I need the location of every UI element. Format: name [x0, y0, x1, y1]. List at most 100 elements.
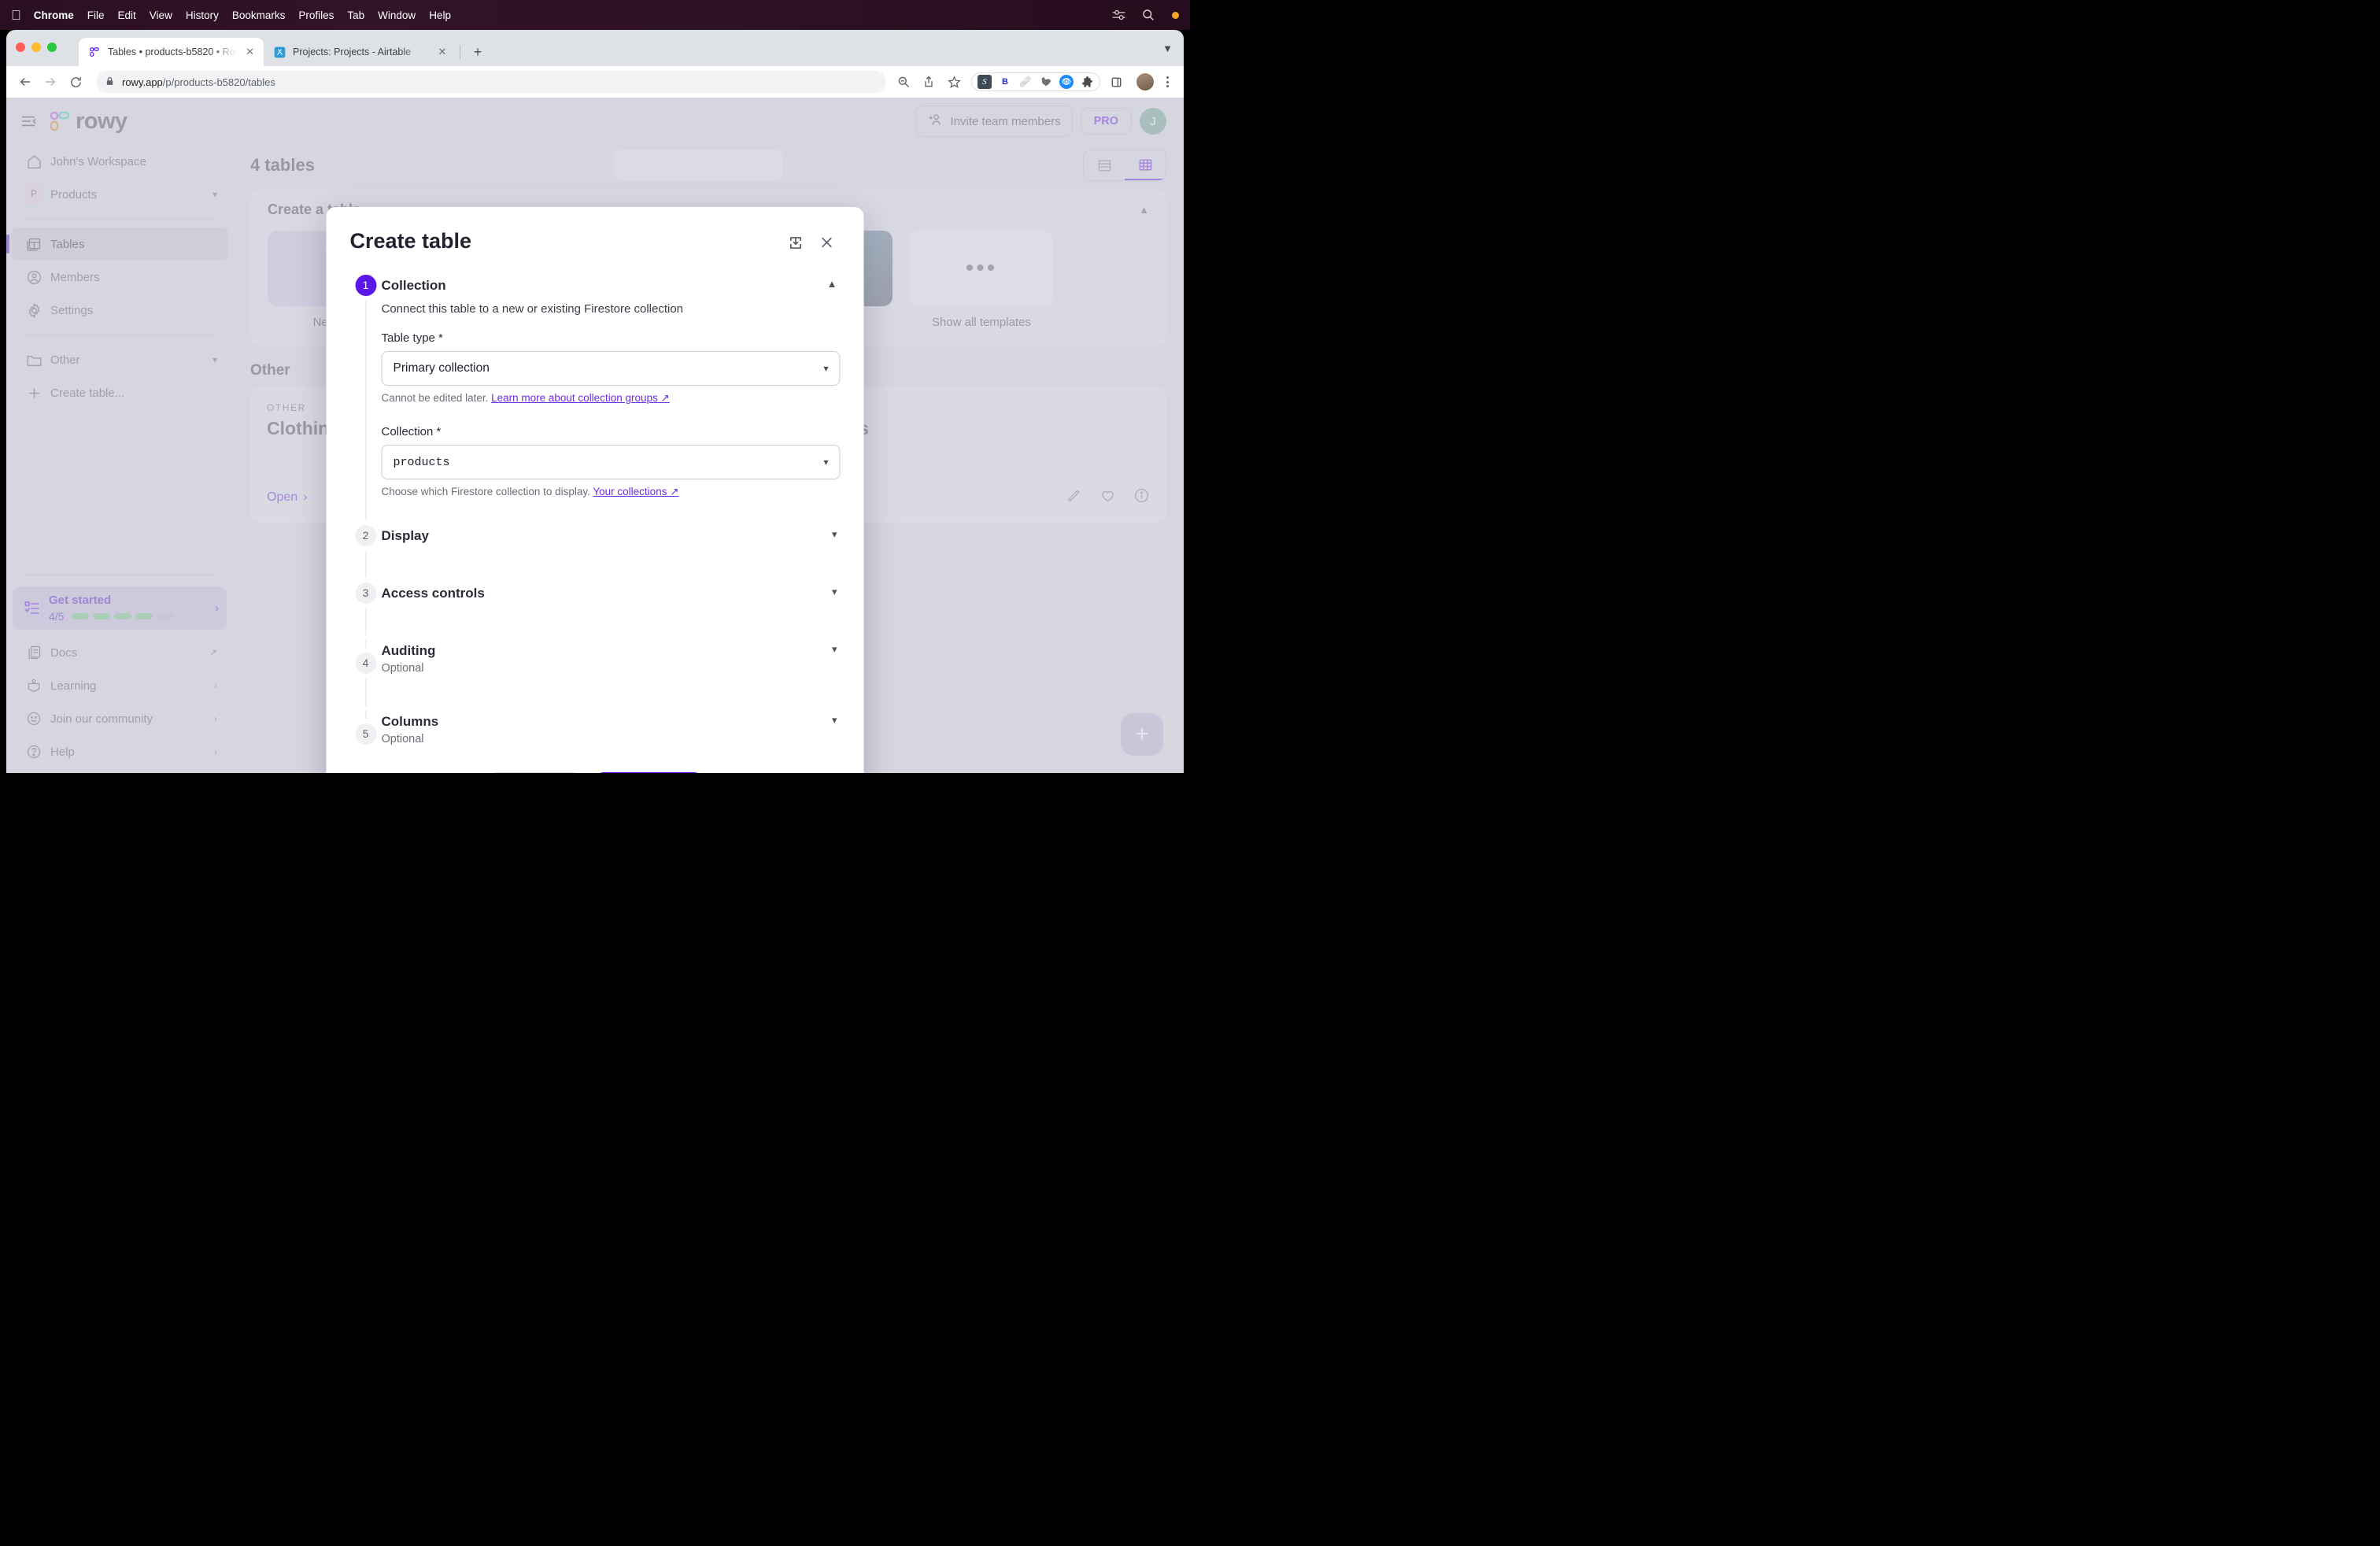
lock-icon	[105, 76, 114, 88]
step-title: Collection	[381, 278, 446, 293]
menu-bookmarks[interactable]: Bookmarks	[232, 9, 286, 21]
close-window-button[interactable]	[16, 43, 25, 52]
step-number: 5	[355, 723, 376, 745]
chrome-window: Tables • products-b5820 • Rowy ✕ Project…	[6, 30, 1184, 773]
step-title: Auditing	[381, 643, 436, 658]
menu-help[interactable]: Help	[429, 9, 451, 21]
browser-tab-airtable[interactable]: Projects: Projects - Airtable ✕	[264, 38, 456, 66]
step-connector	[365, 640, 366, 648]
kebab-menu-icon[interactable]	[1159, 76, 1176, 87]
step-connector	[365, 301, 366, 520]
search-icon[interactable]	[1142, 9, 1155, 21]
chevron-down-icon[interactable]: ▼	[1162, 43, 1173, 54]
profile-avatar-icon[interactable]	[1136, 73, 1154, 91]
zoom-icon[interactable]	[893, 71, 915, 93]
step-connector	[365, 711, 366, 719]
field-help: Cannot be edited later. Learn more about…	[382, 392, 841, 405]
apple-icon[interactable]: 	[11, 9, 21, 22]
menu-window[interactable]: Window	[378, 9, 416, 21]
shorts-icon[interactable]: 🩹	[1018, 75, 1033, 89]
owl-icon[interactable]: 👁	[1059, 75, 1074, 89]
step-header[interactable]: Display ▾	[382, 525, 841, 546]
step-content: Access controls ▾	[382, 583, 841, 640]
step-heading-group: Columns Optional	[382, 711, 439, 745]
learn-more-link[interactable]: Learn more about collection groups ↗	[491, 392, 670, 404]
import-export-icon[interactable]	[782, 229, 809, 256]
close-icon[interactable]: ✕	[436, 46, 449, 58]
dialog-header: Create table	[327, 207, 864, 262]
step-description: Connect this table to a new or existing …	[381, 302, 684, 316]
menu-chrome[interactable]: Chrome	[34, 9, 74, 21]
close-icon[interactable]	[814, 229, 841, 256]
chevron-down-icon[interactable]: ▾	[832, 525, 841, 541]
menu-tab[interactable]: Tab	[347, 9, 364, 21]
step-number: 2	[355, 525, 376, 546]
menu-profiles[interactable]: Profiles	[298, 9, 334, 21]
step-rail: 1	[350, 275, 382, 525]
rowy-app-page: rowy John's Workspace P Products ▾	[6, 98, 1184, 773]
chevron-down-icon[interactable]: ▾	[832, 640, 841, 656]
selected-value: Primary collection	[393, 361, 490, 375]
chevron-down-icon[interactable]: ▾	[832, 583, 841, 598]
step-content: Columns Optional ▾	[382, 711, 841, 750]
forward-arrow-icon[interactable]	[39, 71, 61, 93]
wolf-icon[interactable]	[1039, 75, 1053, 89]
field-label: Table type *	[381, 331, 443, 345]
macos-menu-bar:  Chrome File Edit View History Bookmark…	[0, 0, 1190, 30]
field-gap	[382, 405, 841, 425]
new-tab-button[interactable]: +	[467, 41, 489, 63]
dialog-step-columns: 5 Columns Optional ▾	[350, 711, 841, 750]
step-title: Display	[381, 528, 429, 543]
browser-tab-rowy[interactable]: Tables • products-b5820 • Rowy ✕	[79, 38, 264, 66]
step-header[interactable]: Auditing Optional ▾	[382, 640, 841, 675]
your-collections-link[interactable]: Your collections ↗	[593, 486, 678, 497]
back-arrow-icon[interactable]	[14, 71, 36, 93]
address-bar[interactable]: rowy.app/p/products-b5820/tables	[96, 71, 886, 93]
tab-title: Projects: Projects - Airtable	[293, 46, 412, 57]
field-label: Collection *	[381, 425, 442, 438]
sidepanel-icon[interactable]	[1105, 71, 1127, 93]
dialog-body: 1 Collection ▲ Connect this table to a n…	[327, 262, 864, 758]
menu-view[interactable]: View	[150, 9, 172, 21]
step-heading-group: Auditing Optional	[382, 640, 436, 675]
menu-edit[interactable]: Edit	[118, 9, 136, 21]
step-number: 3	[355, 583, 376, 604]
step-rail: 3	[350, 583, 382, 640]
minimize-window-button[interactable]	[31, 43, 41, 52]
step-number: 1	[355, 275, 376, 296]
field-collection: Collection * products ▾ Choose which Fir…	[381, 425, 841, 498]
chevron-up-icon[interactable]: ▲	[827, 275, 841, 290]
maximize-window-button[interactable]	[47, 43, 57, 52]
recording-dot-icon	[1172, 11, 1179, 19]
step-header[interactable]: Access controls ▾	[382, 583, 841, 604]
control-center-icon[interactable]	[1111, 9, 1126, 21]
step-header[interactable]: Columns Optional ▾	[382, 711, 841, 745]
collection-select[interactable]: products ▾	[381, 445, 841, 479]
menu-file[interactable]: File	[87, 9, 105, 21]
step-header[interactable]: Collection ▲	[382, 275, 841, 296]
step-content: Auditing Optional ▾	[382, 640, 841, 711]
field-help: Choose which Firestore collection to dis…	[382, 486, 841, 498]
close-icon[interactable]: ✕	[244, 46, 256, 58]
cancel-button[interactable]: Cancel	[489, 772, 580, 773]
window-traffic-lights[interactable]	[16, 43, 57, 52]
puzzle-extensions-icon[interactable]	[1080, 75, 1094, 89]
dialog-step-auditing: 4 Auditing Optional ▾	[350, 640, 841, 711]
chevron-down-icon[interactable]: ▾	[832, 711, 841, 727]
grammarly-s-icon[interactable]: S	[978, 75, 992, 89]
address-host: rowy.app	[122, 76, 163, 88]
tabs-container: Tables • products-b5820 • Rowy ✕ Project…	[79, 38, 489, 66]
tab-title: Tables • products-b5820 • Rowy	[108, 46, 238, 57]
rowy-favicon	[88, 46, 101, 58]
step-connector	[365, 551, 366, 578]
dialog-step-collection: 1 Collection ▲ Connect this table to a n…	[350, 275, 841, 525]
create-button[interactable]: Create	[597, 772, 701, 773]
step-rail: 2	[350, 525, 382, 583]
bookmark-star-icon[interactable]	[943, 71, 965, 93]
step-title: Access controls	[381, 586, 485, 601]
share-icon[interactable]	[918, 71, 940, 93]
bitwarden-b-icon[interactable]: B	[998, 75, 1012, 89]
reload-icon[interactable]	[65, 71, 87, 93]
menu-history[interactable]: History	[186, 9, 219, 21]
table-type-select[interactable]: Primary collection ▾	[381, 351, 841, 386]
